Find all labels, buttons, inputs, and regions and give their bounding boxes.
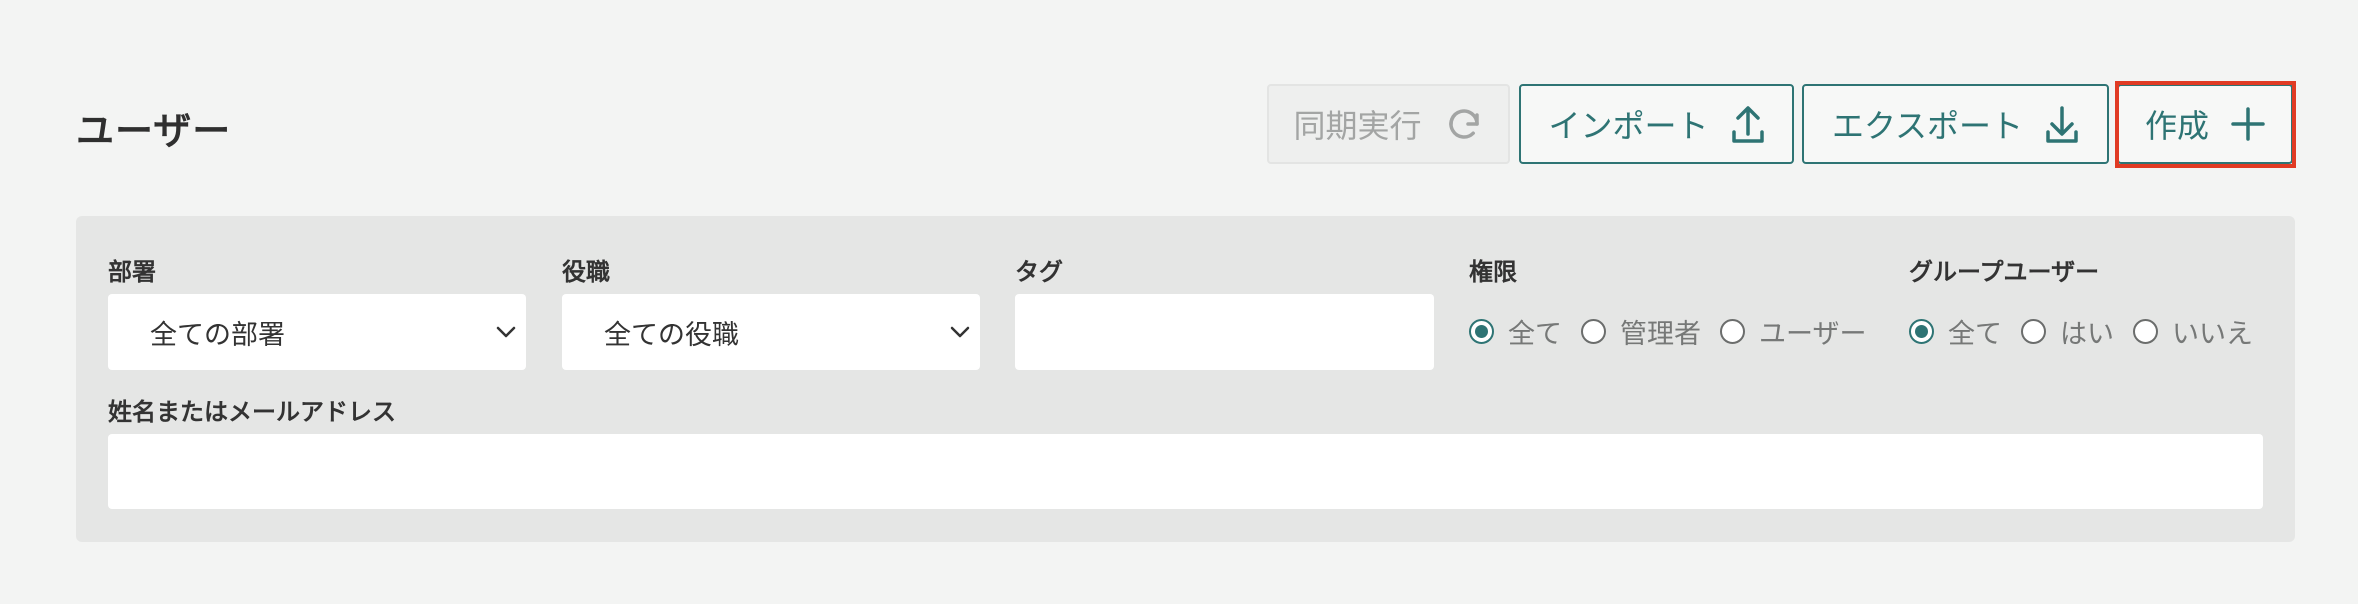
group-user-option-yes[interactable]: はい	[2021, 312, 2114, 351]
tag-input[interactable]	[1015, 294, 1434, 370]
export-button[interactable]: エクスポート	[1802, 84, 2109, 164]
department-select[interactable]: 全ての部署	[108, 294, 526, 370]
download-icon	[2045, 104, 2079, 144]
permission-radio-group: 全て 管理者 ユーザー	[1469, 312, 1885, 351]
import-button[interactable]: インポート	[1519, 84, 1794, 164]
group-user-option-label: 全て	[1948, 319, 2002, 350]
sync-button[interactable]: 同期実行	[1267, 84, 1510, 164]
permission-option-label: ユーザー	[1759, 319, 1867, 350]
page-title: ユーザー	[76, 109, 232, 153]
group-user-option-label: いいえ	[2172, 319, 2253, 350]
position-select[interactable]: 全ての役職	[562, 294, 980, 370]
permission-option-label: 全て	[1508, 319, 1562, 350]
group-user-option-label: はい	[2060, 319, 2114, 350]
radio-unchecked-icon	[1720, 319, 1745, 344]
plus-icon	[2231, 107, 2265, 141]
radio-unchecked-icon	[1581, 319, 1606, 344]
sync-button-label: 同期実行	[1293, 107, 1422, 145]
group-user-radio-group: 全て はい いいえ	[1909, 312, 2272, 351]
department-select-value: 全ての部署	[150, 319, 285, 351]
radio-unchecked-icon	[2021, 319, 2046, 344]
radio-checked-icon	[1469, 319, 1494, 344]
group-user-label: グループユーザー	[1909, 258, 2100, 286]
permission-option-user[interactable]: ユーザー	[1720, 312, 1866, 351]
group-user-option-all[interactable]: 全て	[1909, 312, 2002, 351]
chevron-down-icon	[948, 320, 972, 351]
export-button-label: エクスポート	[1831, 107, 2024, 145]
permission-option-label: 管理者	[1620, 319, 1701, 350]
permission-option-all[interactable]: 全て	[1469, 312, 1562, 351]
upload-icon	[1731, 104, 1765, 144]
name-email-input[interactable]	[108, 434, 2263, 509]
create-button[interactable]: 作成	[2117, 84, 2293, 164]
tag-label: タグ	[1015, 258, 1063, 286]
department-label: 部署	[108, 258, 156, 286]
create-button-label: 作成	[2144, 107, 2209, 145]
import-button-label: インポート	[1548, 107, 1709, 145]
chevron-down-icon	[494, 320, 518, 351]
name-email-label: 姓名またはメールアドレス	[108, 398, 396, 426]
position-label: 役職	[562, 258, 610, 286]
group-user-option-no[interactable]: いいえ	[2133, 312, 2253, 351]
radio-checked-icon	[1909, 319, 1934, 344]
radio-unchecked-icon	[2133, 319, 2158, 344]
permission-option-admin[interactable]: 管理者	[1581, 312, 1701, 351]
permission-label: 権限	[1469, 258, 1517, 286]
sync-icon	[1444, 104, 1484, 144]
filter-panel: 部署 全ての部署 役職 全ての役職 タグ 権限 全て 管理者 ユーザー グループ…	[76, 216, 2295, 542]
position-select-value: 全ての役職	[604, 319, 739, 351]
